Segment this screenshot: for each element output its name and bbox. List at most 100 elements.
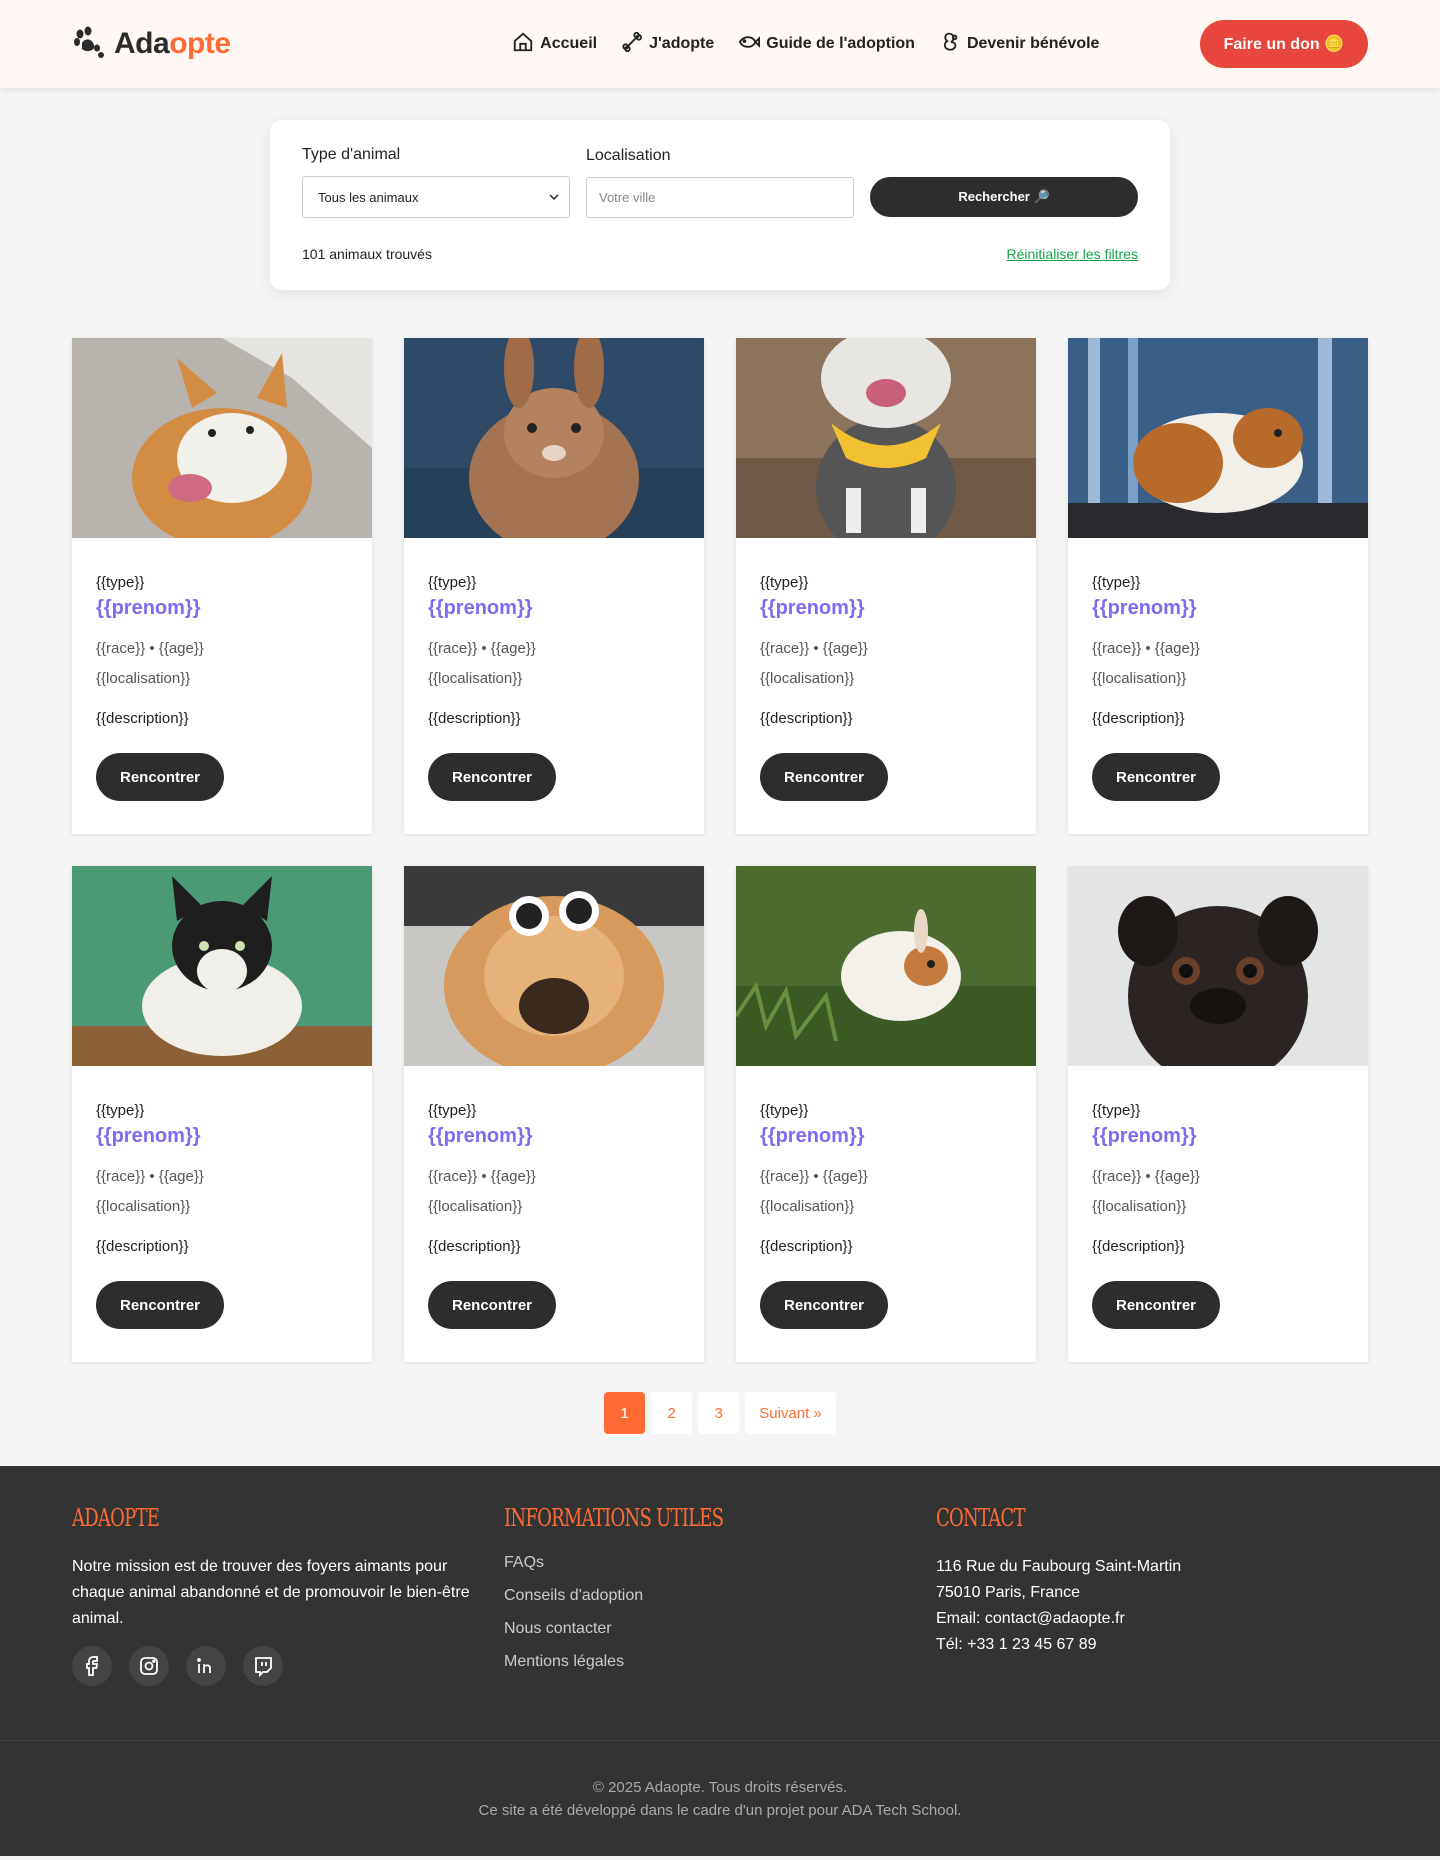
meet-button[interactable]: Rencontrer xyxy=(1092,753,1220,801)
logo[interactable]: Adaopte xyxy=(72,25,352,64)
animal-type: {{type}} xyxy=(428,574,477,591)
animal-breed-age: {{race}} • {{age}} xyxy=(96,640,204,657)
home-icon xyxy=(512,31,534,58)
contact-address-line2: 75010 Paris, France xyxy=(936,1584,1081,1601)
animal-name: {{prenom}} xyxy=(96,597,201,619)
next-page-button[interactable]: Suivant » xyxy=(745,1392,836,1434)
twitch-icon[interactable] xyxy=(243,1646,283,1686)
main-nav: Accueil J'adopte Guide de l'adoption Dev… xyxy=(412,31,1200,58)
animal-name: {{prenom}} xyxy=(428,1125,533,1147)
results-count: 101 animaux trouvés xyxy=(302,246,432,262)
page-1-button[interactable]: 1 xyxy=(604,1392,646,1434)
meet-button[interactable]: Rencontrer xyxy=(760,753,888,801)
copyright: © 2025 Adaopte. Tous droits réservés. xyxy=(592,1778,848,1796)
nav-label: Guide de l'adoption xyxy=(766,35,915,52)
animal-name: {{prenom}} xyxy=(1092,597,1197,619)
animal-breed-age: {{race}} • {{age}} xyxy=(428,1168,536,1185)
animal-card: {{type}} {{prenom}} {{race}} • {{age}} {… xyxy=(72,866,372,1362)
meet-button[interactable]: Rencontrer xyxy=(760,1281,888,1329)
animal-name: {{prenom}} xyxy=(760,1125,865,1147)
animal-description: {{description}} xyxy=(428,1238,521,1255)
animal-type: {{type}} xyxy=(1092,1102,1141,1119)
facebook-icon[interactable] xyxy=(72,1646,112,1686)
contact-phone: Tél: +33 1 23 45 67 89 xyxy=(936,1636,1097,1653)
select-value: Tous les animaux xyxy=(318,189,419,205)
animal-card: {{type}} {{prenom}} {{race}} • {{age}} {… xyxy=(72,338,372,834)
animal-photo xyxy=(72,338,372,538)
footer-link-faqs[interactable]: FAQs xyxy=(504,1554,936,1572)
footer-link-contact[interactable]: Nous contacter xyxy=(504,1620,936,1638)
footer-link-conseils[interactable]: Conseils d'adoption xyxy=(504,1587,936,1605)
nav-item-accueil[interactable]: Accueil xyxy=(512,31,597,58)
pagination: 1 2 3 Suivant » xyxy=(0,1392,1440,1434)
animal-photo xyxy=(1068,338,1368,538)
animal-card: {{type}} {{prenom}} {{race}} • {{age}} {… xyxy=(1068,866,1368,1362)
social-links xyxy=(72,1646,504,1686)
nav-item-jadopte[interactable]: J'adopte xyxy=(621,31,714,58)
instagram-icon[interactable] xyxy=(129,1646,169,1686)
meet-button[interactable]: Rencontrer xyxy=(428,1281,556,1329)
footer-link-mentions[interactable]: Mentions légales xyxy=(504,1653,936,1671)
animal-description: {{description}} xyxy=(428,710,521,727)
animal-breed-age: {{race}} • {{age}} xyxy=(1092,640,1200,657)
animal-location: {{localisation}} xyxy=(428,1198,523,1215)
animal-description: {{description}} xyxy=(760,710,853,727)
search-panel: Type d'animal Tous les animaux Localisat… xyxy=(270,120,1170,290)
animal-description: {{description}} xyxy=(760,1238,853,1255)
nav-item-benevole[interactable]: Devenir bénévole xyxy=(939,31,1100,58)
nav-label: Devenir bénévole xyxy=(966,35,1100,52)
fish-icon xyxy=(738,31,761,58)
animal-card: {{type}} {{prenom}} {{race}} • {{age}} {… xyxy=(404,866,704,1362)
linkedin-icon[interactable] xyxy=(186,1646,226,1686)
page-3-button[interactable]: 3 xyxy=(698,1392,740,1434)
animal-photo xyxy=(736,866,1036,1066)
page-2-button[interactable]: 2 xyxy=(651,1392,693,1434)
mission-text: Notre mission est de trouver des foyers … xyxy=(72,1558,470,1627)
nav-label: Accueil xyxy=(540,35,598,52)
animal-location: {{localisation}} xyxy=(760,670,855,687)
meet-button[interactable]: Rencontrer xyxy=(96,753,224,801)
animal-breed-age: {{race}} • {{age}} xyxy=(96,1168,204,1185)
animal-card: {{type}} {{prenom}} {{race}} • {{age}} {… xyxy=(404,338,704,834)
site-footer: Adaopte Notre mission est de trouver des… xyxy=(0,1466,1440,1856)
logo-text: Adaopte xyxy=(114,27,231,60)
animal-name: {{prenom}} xyxy=(428,597,533,619)
bone-icon xyxy=(621,31,643,58)
animal-photo xyxy=(404,338,704,538)
meet-button[interactable]: Rencontrer xyxy=(96,1281,224,1329)
location-label: Localisation xyxy=(586,147,671,164)
animal-grid: {{type}} {{prenom}} {{race}} • {{age}} {… xyxy=(0,338,1440,1362)
animal-location: {{localisation}} xyxy=(760,1198,855,1215)
footer-info-title: Informations utiles xyxy=(504,1504,724,1532)
reset-filters-link[interactable]: Réinitialiser les filtres xyxy=(1007,246,1138,262)
animal-breed-age: {{race}} • {{age}} xyxy=(760,1168,868,1185)
animal-location: {{localisation}} xyxy=(1092,670,1187,687)
animal-description: {{description}} xyxy=(1092,1238,1185,1255)
animal-type: {{type}} xyxy=(760,1102,809,1119)
animal-description: {{description}} xyxy=(1092,710,1185,727)
animal-name: {{prenom}} xyxy=(96,1125,201,1147)
animal-breed-age: {{race}} • {{age}} xyxy=(428,640,536,657)
paw-icon xyxy=(72,25,106,64)
nav-item-guide[interactable]: Guide de l'adoption xyxy=(738,31,915,58)
animal-type: {{type}} xyxy=(428,1102,477,1119)
animal-description: {{description}} xyxy=(96,1238,189,1255)
animal-type-select[interactable]: Tous les animaux xyxy=(302,176,570,218)
meet-button[interactable]: Rencontrer xyxy=(428,753,556,801)
site-header: Adaopte Accueil J'adopte Guide de l'adop… xyxy=(0,0,1440,88)
animal-type: {{type}} xyxy=(96,1102,145,1119)
footer-contact-title: Contact xyxy=(936,1504,1026,1532)
animal-name: {{prenom}} xyxy=(1092,1125,1197,1147)
donate-button[interactable]: Faire un don 🪙 xyxy=(1199,20,1368,68)
chevron-down-icon xyxy=(549,190,559,205)
type-label: Type d'animal xyxy=(302,146,401,163)
animal-card: {{type}} {{prenom}} {{race}} • {{age}} {… xyxy=(1068,338,1368,834)
animal-location: {{localisation}} xyxy=(96,1198,191,1215)
nav-label: J'adopte xyxy=(649,35,715,52)
animal-description: {{description}} xyxy=(96,710,189,727)
meet-button[interactable]: Rencontrer xyxy=(1092,1281,1220,1329)
animal-type: {{type}} xyxy=(1092,574,1141,591)
search-button[interactable]: Rechercher 🔎 xyxy=(870,177,1138,217)
animal-photo xyxy=(736,338,1036,538)
location-input[interactable] xyxy=(586,177,854,218)
